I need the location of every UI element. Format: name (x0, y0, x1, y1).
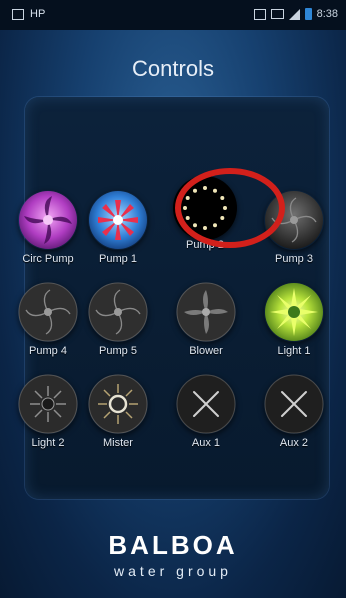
control-label: Light 1 (277, 345, 311, 357)
control-label: Blower (189, 345, 223, 357)
pump-icon[interactable] (88, 282, 148, 342)
status-time: 8:38 (316, 8, 338, 20)
control-label: Pump 4 (29, 345, 67, 357)
control-label: Pump 2 (186, 239, 224, 251)
battery-icon (304, 8, 312, 20)
control-aux-2[interactable]: Aux 2 (256, 374, 332, 460)
vibrate-icon (253, 8, 266, 20)
control-mister[interactable]: Mister (80, 374, 156, 460)
control-label: Circ Pump (22, 253, 74, 265)
control-blower[interactable]: Blower (168, 282, 244, 368)
aux-icon[interactable] (176, 374, 236, 434)
status-bar: HP 8:38 (0, 0, 346, 30)
page-title: Controls (132, 56, 214, 81)
control-pump-3[interactable]: Pump 3 (256, 190, 332, 276)
light-icon[interactable] (18, 374, 78, 434)
signal-icon (288, 8, 300, 20)
control-label: Pump 5 (99, 345, 137, 357)
control-label: Pump 3 (275, 253, 313, 265)
control-label: Mister (103, 437, 133, 449)
aux-icon[interactable] (264, 374, 324, 434)
light-icon[interactable] (264, 282, 324, 342)
control-pump-2[interactable]: Pump 2 (167, 176, 243, 262)
pump-icon[interactable] (18, 282, 78, 342)
control-circ-pump[interactable]: Circ Pump (10, 190, 86, 276)
control-pump-4[interactable]: Pump 4 (10, 282, 86, 368)
wifi-icon (270, 9, 284, 19)
app-screen: HP 8:38 Controls Circ Pump Pump 1 Pump 2… (0, 0, 346, 598)
control-label: Pump 1 (99, 253, 137, 265)
control-label: Aux 1 (191, 437, 221, 449)
control-label: Aux 2 (279, 437, 309, 449)
control-light-1[interactable]: Light 1 (256, 282, 332, 368)
logo-tagline: water group (114, 563, 232, 579)
pump-icon[interactable] (88, 190, 148, 250)
pump-dots-icon[interactable] (173, 176, 237, 240)
blower-icon[interactable] (176, 282, 236, 342)
pump-icon[interactable] (264, 190, 324, 250)
control-label: Light 2 (31, 437, 65, 449)
circ-pump-icon[interactable] (18, 190, 78, 250)
picture-icon (12, 8, 24, 20)
control-light-2[interactable]: Light 2 (10, 374, 86, 460)
status-left-text: HP (30, 8, 46, 20)
controls-grid: Circ Pump Pump 1 Pump 2 Pump 3 Pump 4 Pu… (18, 176, 346, 470)
logo-brand: BALBOA (108, 530, 238, 560)
balboa-logo: BALBOA water group (0, 530, 346, 579)
mister-icon[interactable] (88, 374, 148, 434)
control-aux-1[interactable]: Aux 1 (168, 374, 244, 460)
control-pump-1[interactable]: Pump 1 (80, 190, 156, 276)
control-pump-5[interactable]: Pump 5 (80, 282, 156, 368)
